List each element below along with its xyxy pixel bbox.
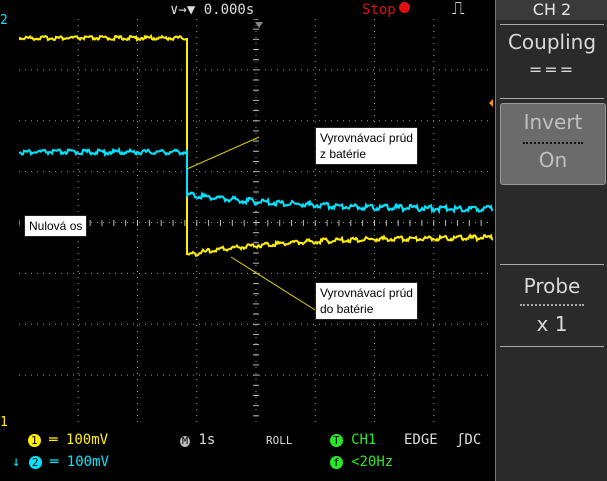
coupling-label: Coupling xyxy=(507,30,597,54)
edge-trigger-icon: ⎍ xyxy=(452,0,465,19)
ch1-scale: ═ 100mV xyxy=(49,432,109,448)
timebase-value: 1s xyxy=(198,432,216,448)
zero-axis-label: Nulová os xyxy=(24,215,88,237)
ch1-badge-icon: 1 xyxy=(28,434,41,447)
probe-value: x 1 xyxy=(536,312,568,336)
ch2-scale: ═ 100mV xyxy=(49,454,109,470)
timebase-readout[interactable]: M 1s xyxy=(180,432,215,448)
trigger-filter-readout[interactable]: f <20Hz xyxy=(330,454,393,470)
trigger-source: CH1 xyxy=(351,432,377,448)
probe-label: Probe xyxy=(523,274,581,298)
ch2-ground-marker: 2 xyxy=(0,13,8,28)
ch2-scale-readout[interactable]: ↓ 2 ═ 100mV xyxy=(12,454,109,470)
invert-softkey[interactable]: Invert On xyxy=(500,103,606,185)
waveform-display xyxy=(19,19,493,426)
trigger-level-marker xyxy=(489,99,493,107)
stop-icon xyxy=(398,2,410,13)
coupling-dc-icon: === xyxy=(528,60,576,79)
filter-badge-icon: f xyxy=(330,456,343,469)
trigger-source-readout[interactable]: T CH1 xyxy=(330,432,376,448)
trigger-time: ∨→▼ 0.000s xyxy=(170,2,255,18)
ch2-trace xyxy=(19,146,493,215)
menu-title: CH 2 xyxy=(496,0,607,20)
trigger-coupling: ʃDC xyxy=(456,432,482,448)
run-state[interactable]: Stop xyxy=(362,1,410,19)
trigger-badge-icon: T xyxy=(330,434,343,447)
leader-line-from-battery xyxy=(186,136,260,170)
center-axes xyxy=(19,19,482,417)
invert-label: Invert xyxy=(523,110,583,134)
from-battery-label: Vyrovnávací prúd z batérie xyxy=(315,127,418,165)
to-battery-label: Vyrovnávací prúd do batérie xyxy=(315,282,418,320)
invert-value: On xyxy=(538,148,568,172)
ch2-badge-icon: 2 xyxy=(28,456,42,469)
softkey-menu: CH 2 Coupling === Invert On Probe x 1 xyxy=(495,0,607,481)
trigger-filter: <20Hz xyxy=(351,454,394,470)
timebase-badge-icon: M xyxy=(180,436,191,447)
acquisition-mode: ROLL xyxy=(266,434,293,447)
ch2-ground-arrow-icon: ↓ xyxy=(12,454,21,470)
channel-status-bar: 1 ═ 100mV ↓ 2 ═ 100mV M 1s ROLL T CH1 ED… xyxy=(0,428,495,481)
status-bar: ∨→▼ 0.000s Stop ⎍ xyxy=(0,0,495,20)
run-state-label: Stop xyxy=(362,2,396,18)
trigger-type: EDGE xyxy=(404,432,438,448)
ch1-scale-readout[interactable]: 1 ═ 100mV xyxy=(28,432,108,448)
leader-line-to-battery xyxy=(230,256,324,316)
